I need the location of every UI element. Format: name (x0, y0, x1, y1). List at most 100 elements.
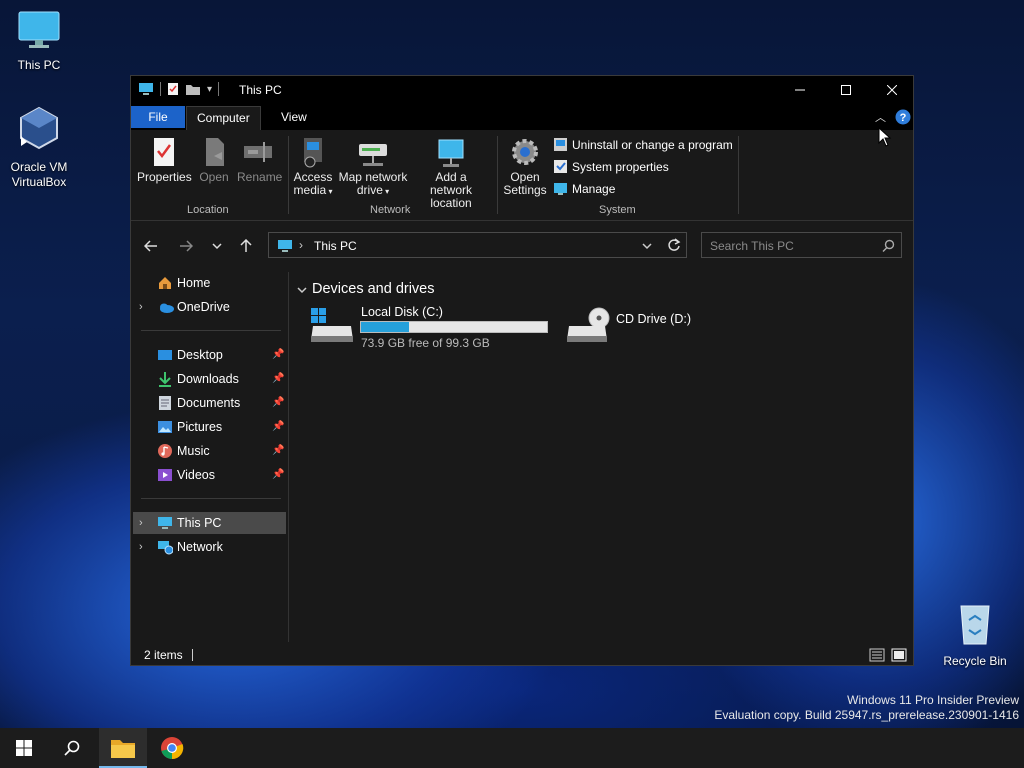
access-media-label-1: Access (293, 170, 333, 184)
search-icon (882, 239, 895, 252)
open-settings-label-2: Settings (503, 183, 547, 197)
this-pc-icon (158, 517, 172, 529)
rename-label: Rename (237, 170, 283, 184)
tab-file[interactable]: File (131, 106, 185, 128)
desktop-icon-recycle-bin[interactable]: Recycle Bin (937, 602, 1013, 669)
sidebar-item-videos[interactable]: Videos 📌 (131, 464, 286, 486)
watermark-line-2: Evaluation copy. Build 25947.rs_prerelea… (714, 708, 1019, 722)
desktop-icon-virtualbox[interactable]: Oracle VM VirtualBox (1, 106, 77, 190)
system-properties-button[interactable]: System properties (553, 159, 669, 174)
search-placeholder: Search This PC (710, 239, 794, 253)
sidebar-item-home[interactable]: Home (131, 272, 286, 294)
sidebar-item-label: Network (177, 540, 223, 554)
this-pc-small-icon (139, 83, 153, 95)
up-arrow-icon (240, 239, 252, 252)
map-network-drive-label-2: drive (356, 183, 383, 197)
search-taskbar-button[interactable] (48, 728, 96, 768)
access-media-icon (304, 138, 322, 168)
maximize-button[interactable] (823, 76, 869, 104)
collapse-ribbon-icon[interactable]: ︿ (875, 109, 886, 125)
pin-icon: 📌 (272, 421, 285, 432)
up-button[interactable] (235, 236, 257, 256)
access-media-button[interactable]: Access media ▾ (293, 136, 333, 198)
uninstall-icon (554, 138, 567, 151)
open-settings-label-1: Open (510, 170, 540, 184)
open-label: Open (199, 170, 229, 184)
add-network-location-label-1: Add a network (429, 170, 473, 197)
drive-name: Local Disk (C:) (361, 305, 443, 319)
search-box[interactable]: Search This PC (701, 232, 902, 258)
add-network-location-button[interactable]: Add a network location (413, 136, 489, 210)
large-icons-view-icon[interactable] (891, 648, 907, 662)
refresh-icon[interactable] (667, 238, 681, 252)
open-settings-button[interactable]: Open Settings (503, 136, 547, 197)
settings-gear-icon (512, 139, 538, 165)
window-title: This PC (239, 83, 282, 97)
sidebar-item-desktop[interactable]: Desktop 📌 (131, 344, 286, 366)
sidebar-item-downloads[interactable]: Downloads 📌 (131, 368, 286, 390)
help-icon[interactable]: ? (895, 109, 911, 125)
section-collapse-icon[interactable] (297, 286, 307, 294)
expand-chevron-icon[interactable]: › (139, 536, 143, 558)
expand-chevron-icon[interactable]: › (139, 512, 143, 534)
new-folder-small-icon[interactable] (185, 82, 201, 96)
breadcrumb[interactable]: This PC (314, 239, 357, 253)
start-button[interactable] (0, 728, 48, 768)
manage-button[interactable]: Manage (553, 181, 615, 196)
manage-label: Manage (572, 181, 616, 196)
pictures-icon (158, 421, 172, 433)
sidebar-item-this-pc[interactable]: › This PC (133, 512, 286, 534)
status-bar: 2 items (131, 642, 913, 666)
rename-button[interactable]: Rename (237, 136, 283, 184)
drive-item-c[interactable]: Local Disk (C:) 73.9 GB free of 99.3 GB (309, 305, 551, 354)
sidebar-item-network[interactable]: › Network (131, 536, 286, 558)
desktop-icon-this-pc[interactable]: This PC (1, 10, 77, 73)
sidebar-item-label: Downloads (177, 372, 239, 386)
content-pane: Devices and drives Local Disk (C:) 73.9 … (291, 272, 911, 642)
home-icon (159, 277, 171, 289)
chrome-taskbar-button[interactable] (148, 728, 196, 768)
recent-locations-button[interactable] (206, 236, 228, 256)
forward-button[interactable] (175, 236, 197, 256)
details-view-icon[interactable] (869, 648, 885, 662)
pin-icon: 📌 (272, 445, 285, 456)
drive-free-space: 73.9 GB free of 99.3 GB (361, 336, 490, 350)
quick-access-toolbar: ▾ (138, 82, 220, 96)
expand-chevron-icon[interactable]: › (139, 296, 143, 318)
close-button[interactable] (869, 76, 915, 104)
videos-icon (158, 469, 172, 481)
address-bar[interactable]: › This PC (268, 232, 687, 258)
desktop-icon-label: This PC (17, 58, 61, 72)
onedrive-icon (160, 303, 174, 313)
properties-button[interactable]: Properties (137, 136, 192, 184)
sidebar-item-pictures[interactable]: Pictures 📌 (131, 416, 286, 438)
sidebar-item-label: Pictures (177, 420, 223, 434)
minimize-button[interactable] (777, 76, 823, 104)
map-network-drive-button[interactable]: Map network drive ▾ (337, 136, 409, 198)
section-title: Devices and drives (312, 281, 435, 297)
sidebar-item-onedrive[interactable]: › OneDrive (131, 296, 286, 318)
drive-usage-fill (361, 322, 409, 332)
properties-small-icon[interactable] (167, 82, 179, 96)
mouse-cursor-icon (878, 127, 892, 147)
open-button[interactable]: Open (197, 136, 231, 184)
title-bar[interactable]: ▾ This PC (131, 76, 913, 104)
file-explorer-taskbar-button[interactable] (99, 728, 147, 768)
system-properties-icon (554, 160, 567, 173)
access-media-label-2: media (293, 183, 327, 197)
drive-item-d[interactable]: CD Drive (D:) (565, 306, 715, 354)
sidebar-item-documents[interactable]: Documents 📌 (131, 392, 286, 414)
navigation-pane: Home › OneDrive Desktop 📌 Downloads 📌 Do… (131, 272, 288, 642)
back-button[interactable] (140, 236, 162, 256)
sidebar-item-music[interactable]: Music 📌 (131, 440, 286, 462)
tab-view[interactable]: View (271, 106, 317, 128)
sidebar-item-label: Documents (177, 396, 241, 410)
address-dropdown-icon[interactable] (642, 242, 652, 250)
customize-qat-icon[interactable]: ▾ (207, 84, 212, 95)
manage-icon (554, 183, 567, 195)
uninstall-program-button[interactable]: Uninstall or change a program (553, 137, 733, 152)
tab-computer[interactable]: Computer (186, 106, 261, 131)
recycle-bin-icon (960, 605, 990, 645)
system-properties-label: System properties (572, 159, 669, 174)
maximize-icon (841, 85, 851, 95)
